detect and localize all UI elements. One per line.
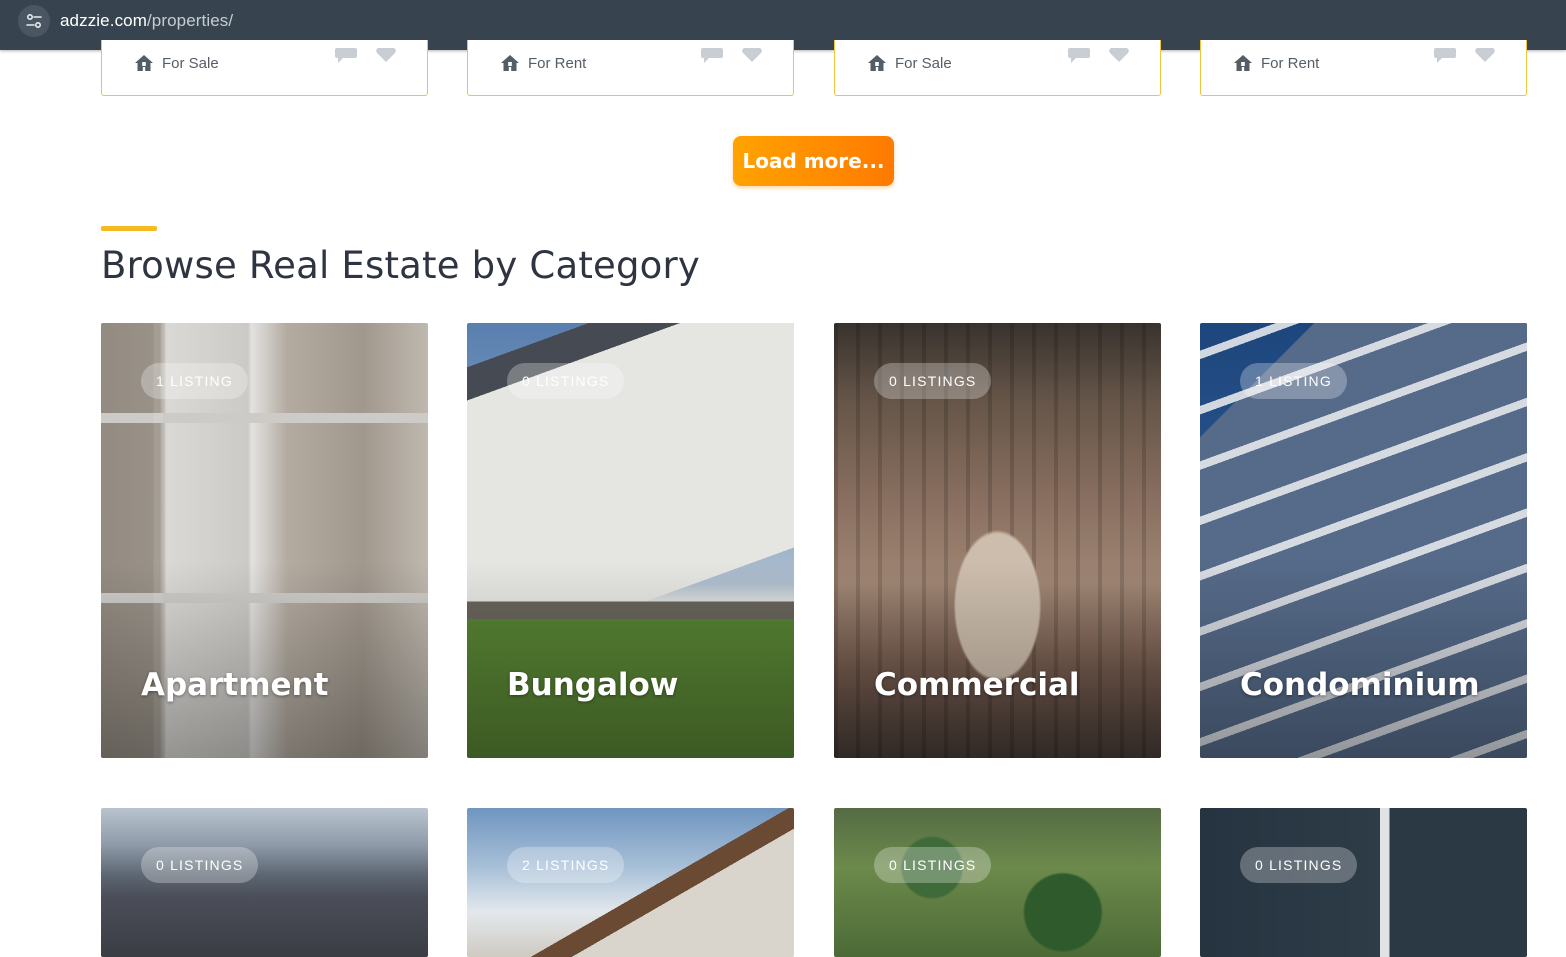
listing-count-badge: 0 LISTINGS: [141, 847, 259, 883]
category-name: Commercial: [874, 667, 1080, 703]
site-info-icon[interactable]: [18, 5, 50, 37]
listing-count-badge: 0 LISTINGS: [874, 847, 992, 883]
listing-count-badge: 0 LISTINGS: [874, 363, 992, 399]
section-title: Browse Real Estate by Category: [101, 244, 701, 287]
house-icon: [501, 55, 519, 71]
property-status: For Sale: [867, 53, 952, 73]
property-card[interactable]: For Sale: [834, 40, 1161, 96]
section-accent-bar: [101, 226, 157, 231]
category-card[interactable]: 0 LISTINGS: [834, 808, 1161, 957]
category-card-commercial[interactable]: 0 LISTINGS Commercial: [834, 323, 1161, 758]
heart-icon[interactable]: [375, 48, 397, 64]
category-image: [1200, 808, 1527, 957]
house-icon: [135, 55, 153, 71]
heart-icon[interactable]: [1108, 48, 1130, 64]
url-domain: adzzie.com: [60, 11, 147, 30]
category-name: Apartment: [141, 667, 329, 703]
house-icon: [1234, 55, 1252, 71]
heart-icon[interactable]: [741, 48, 763, 64]
property-status: For Rent: [500, 53, 586, 73]
property-status-label: For Rent: [1261, 54, 1320, 72]
property-status-label: For Sale: [895, 54, 952, 72]
category-image: [101, 808, 428, 957]
url-text[interactable]: adzzie.com/properties/: [60, 11, 233, 31]
listing-count-badge: 0 LISTINGS: [1240, 847, 1358, 883]
comment-icon[interactable]: [701, 48, 723, 64]
comment-icon[interactable]: [1068, 48, 1090, 64]
property-status-label: For Rent: [528, 54, 587, 72]
category-card-condominium[interactable]: 1 LISTING Condominium: [1200, 323, 1527, 758]
comment-icon[interactable]: [1434, 48, 1456, 64]
property-card[interactable]: For Sale: [101, 40, 428, 96]
listing-count-badge: 1 LISTING: [1240, 363, 1347, 399]
property-card[interactable]: For Rent: [467, 40, 794, 96]
category-card[interactable]: 2 LISTINGS: [467, 808, 794, 957]
category-image: [467, 808, 794, 957]
category-image: [834, 808, 1161, 957]
listing-count-badge: 0 LISTINGS: [507, 363, 625, 399]
load-more-button[interactable]: Load more...: [733, 136, 894, 186]
listing-count-badge: 1 LISTING: [141, 363, 248, 399]
comment-icon[interactable]: [335, 48, 357, 64]
category-name: Bungalow: [507, 667, 679, 703]
property-status-label: For Sale: [162, 54, 219, 72]
category-card[interactable]: 0 LISTINGS: [1200, 808, 1527, 957]
url-path: /properties/: [146, 11, 234, 30]
category-card[interactable]: 0 LISTINGS: [101, 808, 428, 957]
category-name: Condominium: [1240, 667, 1480, 703]
property-card[interactable]: For Rent: [1200, 40, 1527, 96]
category-card-bungalow[interactable]: 0 LISTINGS Bungalow: [467, 323, 794, 758]
heart-icon[interactable]: [1474, 48, 1496, 64]
property-status: For Sale: [134, 53, 219, 73]
listing-count-badge: 2 LISTINGS: [507, 847, 625, 883]
property-status: For Rent: [1233, 53, 1319, 73]
category-card-apartment[interactable]: 1 LISTING Apartment: [101, 323, 428, 758]
house-icon: [868, 55, 886, 71]
